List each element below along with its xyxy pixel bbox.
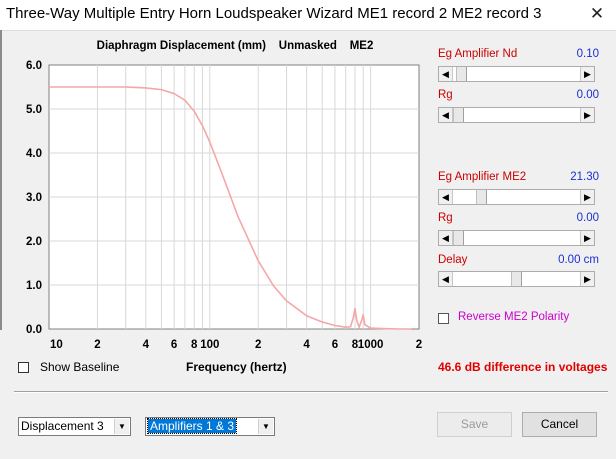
y-tick-label: 5.0 xyxy=(26,104,42,116)
delay-label: Delay xyxy=(438,254,468,266)
rg-nd-label: Rg xyxy=(438,89,453,101)
display-select[interactable]: Displacement 3 ▼ xyxy=(18,417,131,436)
reverse-polarity-checkbox[interactable] xyxy=(438,313,449,324)
x-tick-label: 100 xyxy=(200,339,219,351)
amplifier-select-value: Amplifiers 1 & 3 xyxy=(146,418,238,434)
rg-nd-value: 0.00 xyxy=(576,89,599,101)
scroll-right-icon[interactable]: ▶ xyxy=(580,231,594,245)
y-tick-label: 4.0 xyxy=(26,148,42,160)
close-icon[interactable]: ✕ xyxy=(584,4,610,24)
show-baseline-checkbox[interactable] xyxy=(18,362,29,373)
window-title: Three-Way Multiple Entry Horn Loudspeake… xyxy=(6,5,542,22)
eg-amplifier-nd-label: Eg Amplifier Nd xyxy=(438,48,518,60)
x-tick-label: 2 xyxy=(94,339,100,351)
y-axis-ticks: 0.0 1.0 2.0 3.0 4.0 5.0 6.0 xyxy=(26,60,42,336)
scroll-left-icon[interactable]: ◀ xyxy=(439,231,453,245)
scroll-left-icon[interactable]: ◀ xyxy=(439,108,453,122)
rg-me2-value: 0.00 xyxy=(576,212,599,224)
y-tick-label: 1.0 xyxy=(26,280,42,292)
delay-slider[interactable]: ◀ ▶ xyxy=(438,271,595,287)
title-bar: Three-Way Multiple Entry Horn Loudspeake… xyxy=(0,0,616,31)
amplifier-select[interactable]: Amplifiers 1 & 3 ▼ xyxy=(145,417,275,436)
displacement-chart: Diaphragm Displacement (mm) Unmasked ME2… xyxy=(26,40,422,351)
slider-thumb[interactable] xyxy=(453,231,464,245)
display-select-value: Displacement 3 xyxy=(21,419,104,433)
cancel-button[interactable]: Cancel xyxy=(522,412,597,437)
scroll-left-icon[interactable]: ◀ xyxy=(439,190,453,204)
scroll-left-icon[interactable]: ◀ xyxy=(439,272,453,286)
voltage-difference-text: 46.6 dB difference in voltages xyxy=(438,360,608,374)
y-tick-label: 6.0 xyxy=(26,60,42,72)
x-tick-label: 1000 xyxy=(358,339,384,351)
x-tick-label: 2 xyxy=(255,339,261,351)
scroll-right-icon[interactable]: ▶ xyxy=(580,108,594,122)
slider-thumb[interactable] xyxy=(511,272,522,286)
x-tick-label: 10 xyxy=(50,339,63,351)
x-tick-label: 8 xyxy=(191,339,198,351)
x-tick-label: 6 xyxy=(332,339,338,351)
y-tick-label: 3.0 xyxy=(26,192,42,204)
scroll-right-icon[interactable]: ▶ xyxy=(580,272,594,286)
x-tick-label: 4 xyxy=(143,339,150,351)
chart-title: Diaphragm Displacement (mm) Unmasked ME2 xyxy=(97,40,374,52)
x-tick-label: 4 xyxy=(303,339,310,351)
x-axis-ticks: 10 2 4 6 8 100 2 4 6 8 1000 2 xyxy=(50,339,422,351)
y-tick-label: 0.0 xyxy=(26,324,42,336)
scroll-right-icon[interactable]: ▶ xyxy=(580,190,594,204)
rg-me2-label: Rg xyxy=(438,212,453,224)
save-button[interactable]: Save xyxy=(437,412,512,437)
slider-thumb[interactable] xyxy=(476,190,488,204)
eg-amplifier-me2-label: Eg Amplifier ME2 xyxy=(438,171,527,183)
chevron-down-icon[interactable]: ▼ xyxy=(114,419,129,434)
eg-amplifier-nd-slider[interactable]: ◀ ▶ xyxy=(438,66,595,82)
eg-amplifier-nd-value: 0.10 xyxy=(576,48,599,60)
reverse-polarity-label: Reverse ME2 Polarity xyxy=(458,311,570,323)
slider-thumb[interactable] xyxy=(453,108,464,122)
x-tick-label: 6 xyxy=(171,339,177,351)
y-tick-label: 2.0 xyxy=(26,236,42,248)
rg-me2-slider[interactable]: ◀ ▶ xyxy=(438,230,595,246)
slider-thumb[interactable] xyxy=(456,67,468,81)
x-axis-label: Frequency (hertz) xyxy=(186,360,287,374)
scroll-right-icon[interactable]: ▶ xyxy=(580,67,594,81)
delay-value: 0.00 cm xyxy=(558,254,599,266)
rg-nd-slider[interactable]: ◀ ▶ xyxy=(438,107,595,123)
show-baseline-label: Show Baseline xyxy=(40,360,120,374)
eg-amplifier-me2-slider[interactable]: ◀ ▶ xyxy=(438,189,595,205)
eg-amplifier-me2-value: 21.30 xyxy=(570,171,599,183)
divider-highlight xyxy=(14,392,608,393)
scroll-left-icon[interactable]: ◀ xyxy=(439,67,453,81)
x-tick-label: 2 xyxy=(416,339,422,351)
chevron-down-icon[interactable]: ▼ xyxy=(258,419,273,434)
